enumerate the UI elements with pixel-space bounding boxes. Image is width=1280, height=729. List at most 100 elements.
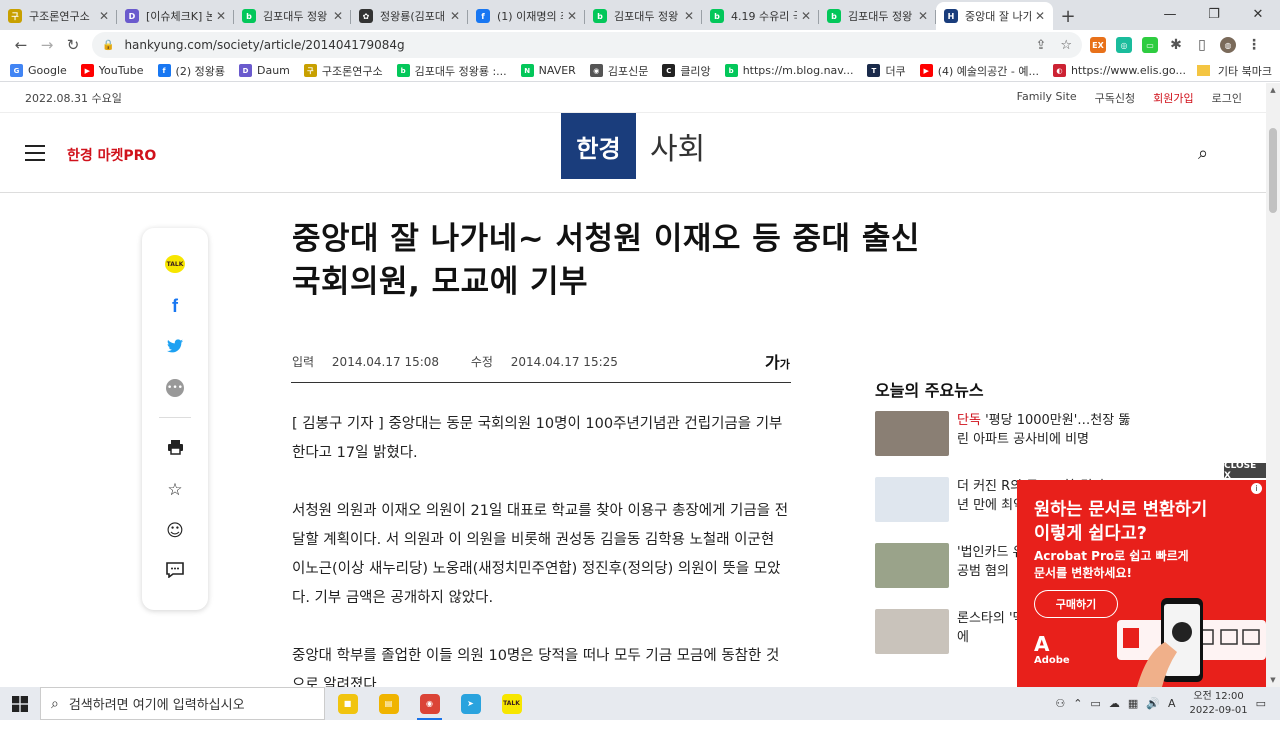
bookmark-item[interactable]: G Google — [10, 64, 67, 77]
news-thumbnail[interactable] — [875, 543, 949, 588]
extension-green-icon[interactable]: ▭ — [1142, 37, 1158, 53]
cloud-icon[interactable]: ☁ — [1109, 697, 1120, 710]
ime-icon[interactable]: A — [1168, 697, 1176, 710]
browser-tab[interactable]: f (1) 이재명의 최 ✕ — [468, 2, 585, 30]
tab-close-icon[interactable]: ✕ — [99, 9, 109, 23]
adobe-ad[interactable]: i 원하는 문서로 변환하기 이렇게 쉽다고? Acrobat Pro로 쉽고 … — [1017, 480, 1266, 687]
extension-ex-icon[interactable]: EX — [1090, 37, 1106, 53]
current-date: 2022.08.31 수요일 — [25, 91, 122, 105]
news-thumbnail[interactable] — [875, 609, 949, 654]
site-logo[interactable]: 한경 사회 — [561, 113, 705, 179]
emoji-reaction-icon[interactable]: ☺ — [166, 521, 184, 541]
menu-kebab-icon[interactable]: ⋮ — [1246, 37, 1262, 53]
browser-tab[interactable]: ✿ 정왕룡(김포대 ✕ — [351, 2, 468, 30]
comment-icon[interactable] — [166, 562, 184, 583]
profile-avatar[interactable]: ◍ — [1220, 37, 1236, 53]
url-text[interactable]: hankyung.com/society/article/20140417908… — [124, 38, 1021, 52]
browser-tab[interactable]: H 중앙대 잘 나가 ✕ — [936, 2, 1053, 30]
side-panel-icon[interactable]: ▯ — [1194, 37, 1210, 53]
kakaotalk-taskbar-icon[interactable]: TALK — [491, 687, 532, 720]
maximize-icon[interactable]: ❐ — [1192, 0, 1236, 28]
address-bar[interactable]: 🔒 hankyung.com/society/article/201404179… — [92, 32, 1082, 58]
browser-tab[interactable]: b 김포대두 정왕 ✕ — [585, 2, 702, 30]
ad-buy-button[interactable]: 구매하기 — [1034, 590, 1118, 618]
family-site-link[interactable]: Family Site — [1017, 90, 1077, 106]
bookmark-item[interactable]: ▶ (4) 예술의공간 - 예... — [919, 63, 1039, 79]
browser-tab[interactable]: b 김포대두 정왕 ✕ — [234, 2, 351, 30]
bookmark-item[interactable]: f (2) 정왕룡 — [157, 63, 225, 79]
tab-close-icon[interactable]: ✕ — [333, 9, 343, 23]
puzzle-icon[interactable]: ✱ — [1168, 37, 1184, 53]
browser-tab[interactable]: 구 구조론연구소 ✕ — [0, 2, 117, 30]
news-item[interactable]: 단독 '평당 1000만원'…천장 뚫린 아파트 공사비에 비명 — [875, 411, 1135, 456]
bookmark-item[interactable]: C 클리앙 — [662, 63, 711, 79]
bookmark-star-icon[interactable]: ☆ — [167, 480, 182, 500]
taskbar-search[interactable]: ⌕ 검색하려면 여기에 입력하십시오 — [40, 687, 325, 720]
font-size-button[interactable]: 가가 — [765, 349, 790, 373]
bookmark-item[interactable]: ◉ 김포신문 — [589, 63, 648, 79]
bookmarks-bar: G Google ▶ YouTube f (2) 정왕룡 D Daum 구 구조론연구소 b 김포대두… — [0, 60, 1280, 82]
bookmark-item[interactable]: 구 구조론연구소 — [303, 63, 383, 79]
tab-close-icon[interactable]: ✕ — [918, 9, 928, 23]
scroll-up-icon[interactable]: ▲ — [1266, 83, 1280, 97]
back-icon[interactable]: ← — [8, 32, 34, 58]
minimize-icon[interactable]: — — [1148, 0, 1192, 28]
news-thumbnail[interactable] — [875, 477, 949, 522]
chevron-up-icon[interactable]: ⌃ — [1073, 697, 1082, 710]
tab-close-icon[interactable]: ✕ — [450, 9, 460, 23]
close-window-icon[interactable]: ✕ — [1236, 0, 1280, 28]
sticky-notes-taskbar-icon[interactable]: ■ — [327, 687, 368, 720]
bookmark-item[interactable]: D Daum — [238, 64, 290, 77]
tab-close-icon[interactable]: ✕ — [684, 9, 694, 23]
facebook-share-icon[interactable]: f — [172, 296, 178, 317]
bookmark-item[interactable]: b 김포대두 정왕룡 :... — [396, 63, 507, 79]
notification-icon[interactable]: ▭ — [1256, 697, 1266, 710]
news-thumbnail[interactable] — [875, 411, 949, 456]
hamburger-menu-icon[interactable] — [25, 145, 45, 161]
other-bookmarks[interactable]: 기타 북마크 — [1196, 63, 1272, 79]
reload-icon[interactable]: ↻ — [60, 32, 86, 58]
search-icon[interactable]: ⌕ — [1198, 143, 1208, 164]
tab-close-icon[interactable]: ✕ — [216, 9, 226, 23]
bookmark-item[interactable]: ▶ YouTube — [80, 64, 144, 77]
windows-start-icon[interactable] — [0, 687, 40, 720]
share-icon[interactable]: ⇪ — [1035, 38, 1046, 53]
market-pro-link[interactable]: 한경 마켓PRO — [67, 145, 156, 165]
kakaotalk-share-icon[interactable]: TALK — [165, 255, 185, 273]
forward-icon[interactable]: → — [34, 32, 60, 58]
extension-teal-icon[interactable]: ◎ — [1116, 37, 1132, 53]
browser-tab[interactable]: D [이슈체크K] 논 ✕ — [117, 2, 234, 30]
file-explorer-taskbar-icon[interactable]: ▤ — [368, 687, 409, 720]
login-link[interactable]: 로그인 — [1212, 90, 1242, 106]
bookmark-item[interactable]: N NAVER — [520, 64, 576, 77]
twitter-share-icon[interactable] — [167, 338, 183, 357]
bookmark-item[interactable]: ◐ https://www.elis.go... — [1052, 64, 1186, 77]
more-share-icon[interactable]: ••• — [166, 379, 184, 397]
subscribe-link[interactable]: 구독신청 — [1095, 90, 1135, 106]
system-clock[interactable]: 오전 12:00 2022-09-01 — [1189, 690, 1247, 718]
ad-close-button[interactable]: CLOSE X — [1224, 461, 1266, 481]
volume-icon[interactable]: 🔊 — [1146, 697, 1160, 710]
browser-tab[interactable]: b 김포대두 정왕 ✕ — [819, 2, 936, 30]
bookmark-item[interactable]: b https://m.blog.nav... — [724, 64, 853, 77]
scrollbar-thumb[interactable] — [1269, 128, 1277, 213]
news-headline[interactable]: 단독 '평당 1000만원'…천장 뚫린 아파트 공사비에 비명 — [957, 411, 1135, 456]
page-scrollbar[interactable]: ▲ ▼ — [1266, 83, 1280, 687]
network-icon[interactable]: ▦ — [1128, 697, 1138, 710]
tab-close-icon[interactable]: ✕ — [567, 9, 577, 23]
scroll-down-icon[interactable]: ▼ — [1266, 673, 1280, 687]
bookmark-item[interactable]: T 더쿠 — [867, 63, 906, 79]
telegram-taskbar-icon[interactable]: ➤ — [450, 687, 491, 720]
tab-close-icon[interactable]: ✕ — [1035, 9, 1045, 23]
browser-tab[interactable]: b 4.19 수유리 국 ✕ — [702, 2, 819, 30]
lock-icon[interactable]: 🔒 — [102, 40, 114, 51]
print-icon[interactable] — [167, 439, 184, 460]
ad-info-icon[interactable]: i — [1251, 483, 1262, 494]
new-tab-icon[interactable]: + — [1053, 2, 1083, 30]
display-icon[interactable]: ▭ — [1090, 697, 1100, 710]
join-link[interactable]: 회원가입 — [1153, 90, 1193, 106]
people-icon[interactable]: ⚇ — [1055, 697, 1065, 710]
tab-close-icon[interactable]: ✕ — [801, 9, 811, 23]
bookmark-star-icon[interactable]: ☆ — [1060, 38, 1072, 53]
chrome-taskbar-icon[interactable]: ◉ — [409, 687, 450, 720]
